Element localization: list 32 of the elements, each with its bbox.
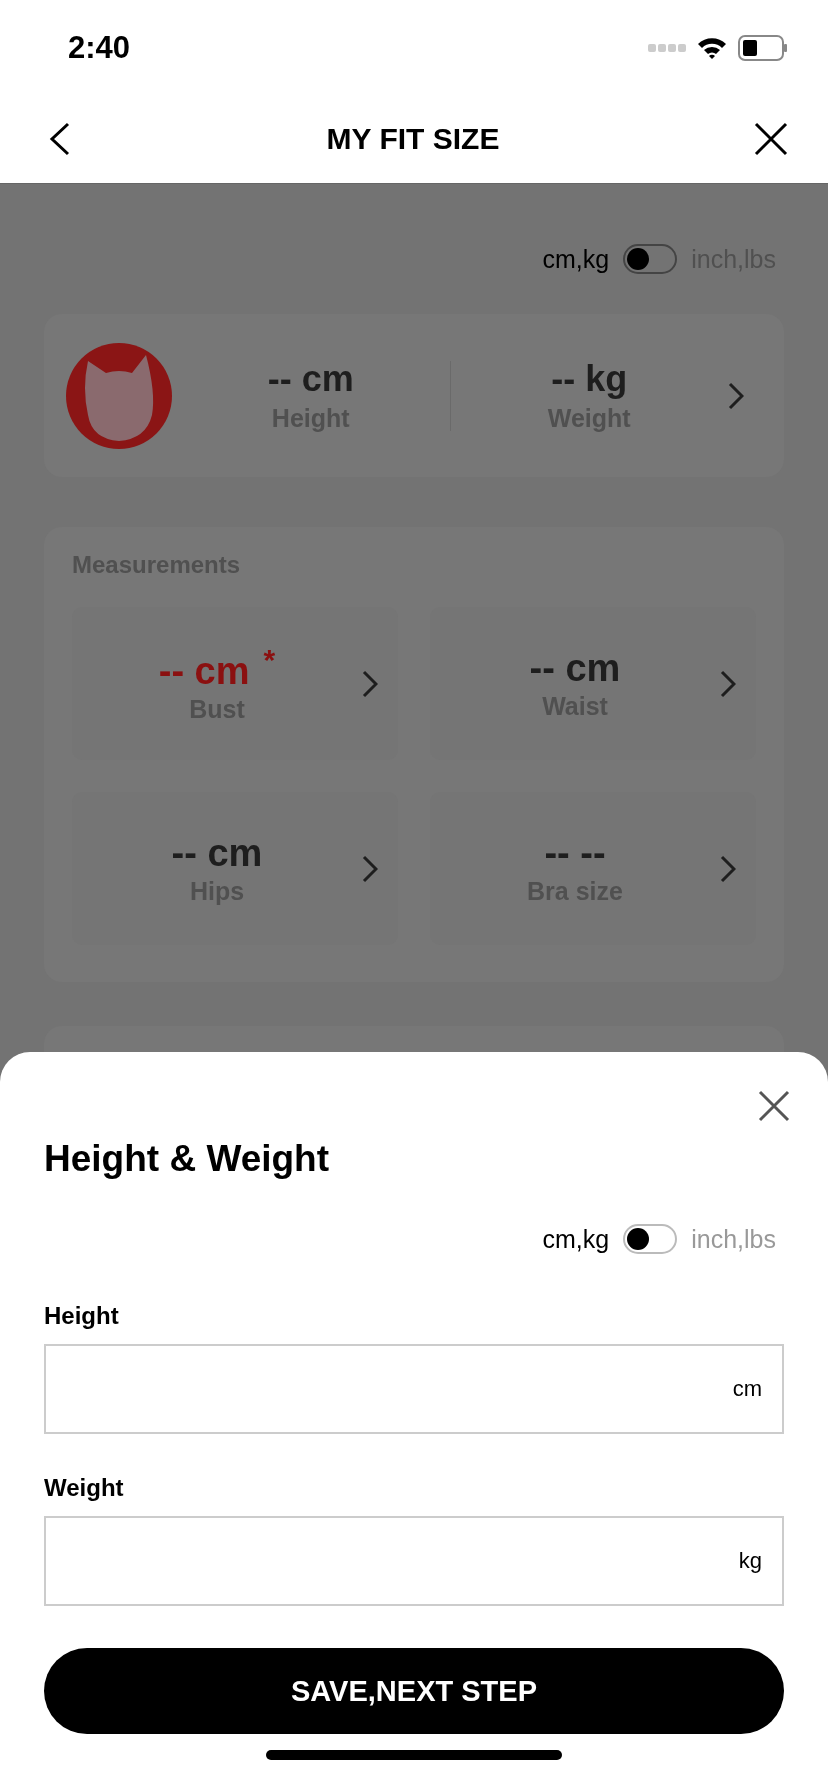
field-label: Weight <box>44 1474 125 1502</box>
chevron-right-icon <box>720 854 736 883</box>
save-button[interactable]: SAVE,NEXT STEP <box>44 1648 784 1734</box>
close-icon[interactable] <box>754 122 788 156</box>
unit-suffix: kg <box>738 1548 762 1574</box>
unit-label: cm,kg <box>542 1224 610 1254</box>
stat-value: -- cm <box>267 358 354 400</box>
battery-icon <box>738 34 788 61</box>
chevron-right-icon <box>362 854 378 883</box>
measurement-value: -- -- <box>544 831 606 875</box>
chevron-right-icon <box>720 669 736 698</box>
input-field[interactable]: cm <box>44 1344 784 1434</box>
measurement-value: -- cm $^{*}$ <box>158 643 276 693</box>
measurement-value: -- cm <box>529 646 621 690</box>
chevron-right-icon <box>728 381 744 410</box>
signal-icon <box>648 42 686 53</box>
measurement-value: -- cm <box>171 831 263 875</box>
input-field[interactable]: kg <box>44 1516 784 1606</box>
wifi-icon <box>696 35 728 60</box>
unit-switch[interactable] <box>623 1224 678 1254</box>
back-icon[interactable] <box>48 122 72 156</box>
status-time: 2:40 <box>68 29 131 66</box>
chevron-right-icon <box>362 669 378 698</box>
close-icon[interactable] <box>758 1090 790 1122</box>
unit-suffix: cm <box>732 1376 762 1402</box>
page-title: MY FIT SIZE <box>326 122 500 156</box>
unit-label: inch,lbs <box>691 1224 776 1254</box>
sheet-title: Height & Weight <box>44 1138 330 1180</box>
stat-value: -- kg <box>551 358 628 400</box>
unit-switch[interactable] <box>623 244 678 274</box>
field-label: Height <box>44 1302 120 1330</box>
unit-label: cm,kg <box>542 244 610 274</box>
